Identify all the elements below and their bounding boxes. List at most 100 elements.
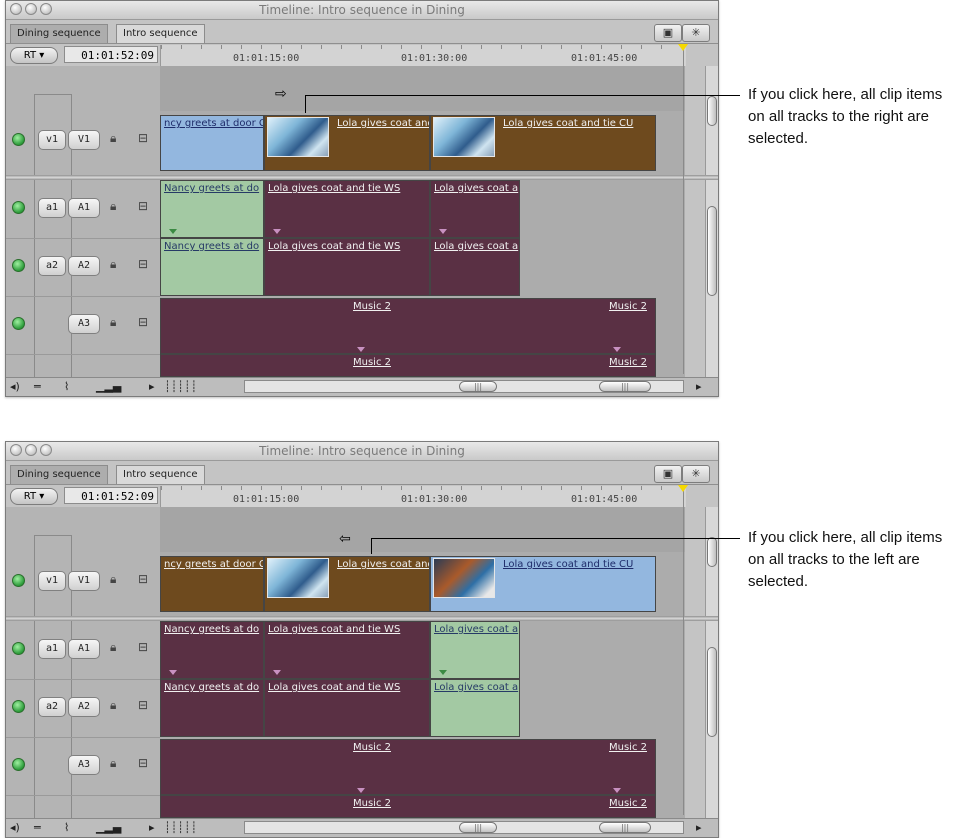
horizontal-scrollbar[interactable]: ||| ||| bbox=[244, 821, 684, 834]
horizontal-zoom-thumb[interactable]: ||| bbox=[599, 381, 651, 392]
clip-overlays-icon[interactable]: ⌇ bbox=[64, 379, 69, 394]
clip-item[interactable]: Nancy greets at do bbox=[160, 238, 264, 296]
linking-icon[interactable]: ✳ bbox=[682, 24, 710, 42]
zoom-slider-icon[interactable]: ┊┊┊┊┊ bbox=[164, 379, 197, 394]
track-size-icon[interactable]: ▁▂▄ bbox=[96, 820, 121, 835]
lock-icon[interactable]: 🔒︎ bbox=[110, 640, 116, 655]
auto-select-icon[interactable]: ⊟ bbox=[138, 640, 148, 654]
current-timecode-field[interactable]: 01:01:52:09 bbox=[64, 487, 158, 504]
audio-vertical-scrollbar[interactable] bbox=[705, 621, 718, 818]
playhead-line[interactable] bbox=[683, 485, 684, 815]
clip-item[interactable]: Lola gives coat and tie WS bbox=[264, 180, 430, 238]
scroll-right-arrow-icon[interactable]: ▸ bbox=[696, 820, 702, 835]
current-timecode-field[interactable]: 01:01:52:09 bbox=[64, 46, 158, 63]
track-v1[interactable]: ncy greets at door C Lola gives coat and… bbox=[160, 552, 685, 616]
tab-dining-sequence[interactable]: Dining sequence bbox=[10, 465, 108, 484]
linking-icon[interactable]: ✳ bbox=[682, 465, 710, 483]
vertical-scroll-thumb[interactable] bbox=[707, 537, 717, 567]
clip-item[interactable]: ncy greets at door C bbox=[160, 556, 264, 612]
audio-controls-icon[interactable]: ◂) bbox=[10, 820, 20, 835]
speaker-icon[interactable] bbox=[12, 317, 25, 330]
source-control-a1[interactable]: a1 bbox=[38, 639, 66, 659]
destination-control-v1[interactable]: V1 bbox=[68, 130, 100, 150]
track-a3[interactable]: Music 2 Music 2 Music 2 Music 2 bbox=[160, 296, 685, 377]
speaker-icon[interactable] bbox=[12, 259, 25, 272]
clip-item[interactable]: Music 2 Music 2 bbox=[160, 739, 656, 795]
clip-item[interactable]: Lola gives coat a bbox=[430, 180, 520, 238]
destination-control-a2[interactable]: A2 bbox=[68, 697, 100, 717]
speaker-icon[interactable] bbox=[12, 700, 25, 713]
zoom-slider-icon[interactable]: ┊┊┊┊┊ bbox=[164, 820, 197, 835]
track-a2[interactable]: Nancy greets at do Lola gives coat and t… bbox=[160, 238, 685, 296]
auto-select-icon[interactable]: ⊟ bbox=[138, 131, 148, 145]
auto-select-icon[interactable]: ⊟ bbox=[138, 756, 148, 770]
disclosure-triangle-icon[interactable]: ▸ bbox=[149, 820, 155, 835]
clip-item[interactable]: Lola gives coat and tie CU bbox=[430, 115, 656, 171]
clip-item[interactable]: Lola gives coat and tie WS bbox=[264, 621, 430, 679]
clip-item[interactable]: Lola gives coat and tie CU bbox=[430, 556, 656, 612]
clip-overlays-icon[interactable]: ⌇ bbox=[64, 820, 69, 835]
lock-icon[interactable]: 🔒︎ bbox=[110, 315, 116, 330]
horizontal-scrollbar[interactable]: ||| ||| bbox=[244, 380, 684, 393]
source-control-a2[interactable]: a2 bbox=[38, 697, 66, 717]
vertical-scroll-thumb[interactable] bbox=[707, 647, 717, 737]
vertical-scroll-thumb[interactable] bbox=[707, 96, 717, 126]
track-a2[interactable]: Nancy greets at do Lola gives coat and t… bbox=[160, 679, 685, 737]
disclosure-triangle-icon[interactable]: ▸ bbox=[149, 379, 155, 394]
snapping-icon[interactable]: ▣ bbox=[654, 24, 682, 42]
tab-intro-sequence[interactable]: Intro sequence bbox=[116, 465, 205, 484]
vertical-scroll-thumb[interactable] bbox=[707, 206, 717, 296]
clip-item[interactable]: Music 2 Music 2 bbox=[160, 298, 656, 354]
title-bar[interactable]: Timeline: Intro sequence in Dining bbox=[6, 1, 718, 20]
video-track-empty-area[interactable] bbox=[160, 507, 685, 552]
clip-item[interactable]: Lola gives coat and tie WS bbox=[264, 238, 430, 296]
audio-controls-icon[interactable]: ◂) bbox=[10, 379, 20, 394]
rt-menu-button[interactable]: RT ▾ bbox=[10, 488, 58, 505]
track-a1[interactable]: Nancy greets at do Lola gives coat and t… bbox=[160, 621, 685, 679]
source-control-v1[interactable]: v1 bbox=[38, 130, 66, 150]
destination-control-a1[interactable]: A1 bbox=[68, 198, 100, 218]
track-visibility-icon[interactable] bbox=[12, 574, 25, 587]
scroll-right-arrow-icon[interactable]: ▸ bbox=[696, 379, 702, 394]
audio-vertical-scrollbar[interactable] bbox=[705, 180, 718, 377]
track-height-icon[interactable]: ═ bbox=[34, 820, 41, 835]
title-bar[interactable]: Timeline: Intro sequence in Dining bbox=[6, 442, 718, 461]
destination-control-a2[interactable]: A2 bbox=[68, 256, 100, 276]
clip-item[interactable]: Lola gives coat and bbox=[264, 115, 430, 171]
destination-control-a3[interactable]: A3 bbox=[68, 314, 100, 334]
playhead-marker-icon[interactable] bbox=[678, 485, 688, 492]
source-control-a1[interactable]: a1 bbox=[38, 198, 66, 218]
lock-icon[interactable]: 🔒︎ bbox=[110, 572, 116, 587]
lock-icon[interactable]: 🔒︎ bbox=[110, 199, 116, 214]
clip-item[interactable]: Lola gives coat a bbox=[430, 238, 520, 296]
clip-item[interactable]: ncy greets at door C bbox=[160, 115, 264, 171]
clip-item[interactable]: Nancy greets at do bbox=[160, 180, 264, 238]
clip-item[interactable]: Music 2 Music 2 bbox=[160, 354, 656, 377]
clip-item[interactable]: Lola gives coat and bbox=[264, 556, 430, 612]
track-v1[interactable]: ncy greets at door C Lola gives coat and… bbox=[160, 111, 685, 175]
video-vertical-scrollbar[interactable] bbox=[705, 66, 718, 175]
speaker-icon[interactable] bbox=[12, 201, 25, 214]
time-ruler[interactable]: 01:01:15:00 01:01:30:00 01:01:45:00 bbox=[160, 486, 686, 507]
time-ruler[interactable]: 01:01:15:00 01:01:30:00 01:01:45:00 bbox=[160, 45, 686, 66]
track-visibility-icon[interactable] bbox=[12, 133, 25, 146]
speaker-icon[interactable] bbox=[12, 642, 25, 655]
horizontal-zoom-thumb[interactable]: ||| bbox=[599, 822, 651, 833]
video-vertical-scrollbar[interactable] bbox=[705, 507, 718, 616]
speaker-icon[interactable] bbox=[12, 758, 25, 771]
destination-control-v1[interactable]: V1 bbox=[68, 571, 100, 591]
lock-icon[interactable]: 🔒︎ bbox=[110, 756, 116, 771]
track-a1[interactable]: Nancy greets at do Lola gives coat and t… bbox=[160, 180, 685, 238]
destination-control-a3[interactable]: A3 bbox=[68, 755, 100, 775]
rt-menu-button[interactable]: RT ▾ bbox=[10, 47, 58, 64]
auto-select-icon[interactable]: ⊟ bbox=[138, 199, 148, 213]
lock-icon[interactable]: 🔒︎ bbox=[110, 131, 116, 146]
clip-item[interactable]: Lola gives coat and tie WS bbox=[264, 679, 430, 737]
track-height-icon[interactable]: ═ bbox=[34, 379, 41, 394]
tab-dining-sequence[interactable]: Dining sequence bbox=[10, 24, 108, 43]
clip-item[interactable]: Lola gives coat a bbox=[430, 621, 520, 679]
source-control-a2[interactable]: a2 bbox=[38, 256, 66, 276]
auto-select-icon[interactable]: ⊟ bbox=[138, 572, 148, 586]
clip-item[interactable]: Music 2 Music 2 bbox=[160, 795, 656, 818]
source-control-v1[interactable]: v1 bbox=[38, 571, 66, 591]
